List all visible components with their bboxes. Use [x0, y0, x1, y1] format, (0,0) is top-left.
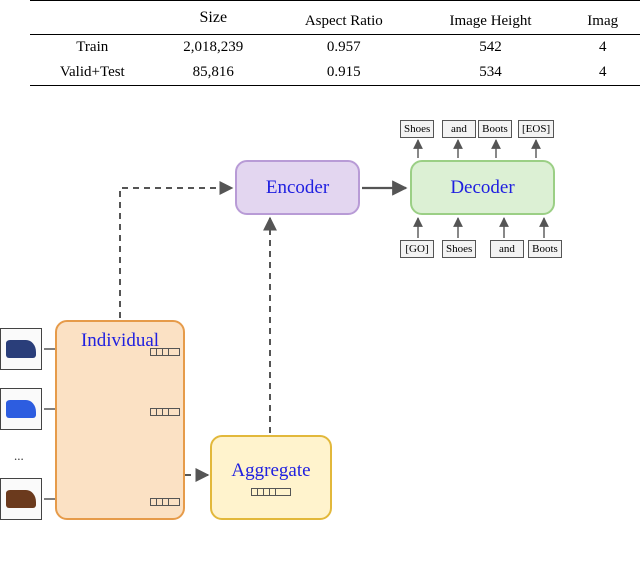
col-size: Size: [155, 1, 272, 35]
col-aspect: Aspect Ratio: [272, 9, 416, 35]
feature-vector: [150, 348, 180, 356]
decoder-input-token: and: [490, 240, 524, 258]
col-height: Image Height: [416, 9, 566, 35]
feature-vector: [251, 488, 291, 496]
encoder-label: Encoder: [266, 177, 329, 199]
decoder-input-token: Boots: [528, 240, 562, 258]
product-thumb: [0, 478, 42, 520]
product-thumb: [0, 328, 42, 370]
decoder-output-token: Boots: [478, 120, 512, 138]
aggregate-block: Aggregate: [210, 435, 332, 520]
stats-table: Size Aspect Ratio Image Height Imag Trai…: [30, 0, 640, 86]
feature-vector: [150, 498, 180, 506]
feature-vector: [150, 408, 180, 416]
ellipsis: ...: [14, 448, 24, 464]
aggregate-label: Aggregate: [231, 460, 310, 482]
decoder-input-token: Shoes: [442, 240, 476, 258]
table-row: Valid+Test 85,816 0.915 534 4: [30, 60, 640, 86]
decoder-output-token: [EOS]: [518, 120, 554, 138]
decoder-input-token: [GO]: [400, 240, 434, 258]
decoder-output-token: Shoes: [400, 120, 434, 138]
individual-label: Individual: [81, 330, 159, 352]
table-row: Train 2,018,239 0.957 542 4: [30, 35, 640, 61]
col-widthcut: Imag: [565, 9, 640, 35]
decoder-output-token: and: [442, 120, 476, 138]
decoder-label: Decoder: [450, 177, 514, 199]
product-thumb: [0, 388, 42, 430]
architecture-diagram: ... Individual Aggregate Encoder Decoder…: [0, 120, 640, 570]
encoder-block: Encoder: [235, 160, 360, 215]
decoder-block: Decoder: [410, 160, 555, 215]
